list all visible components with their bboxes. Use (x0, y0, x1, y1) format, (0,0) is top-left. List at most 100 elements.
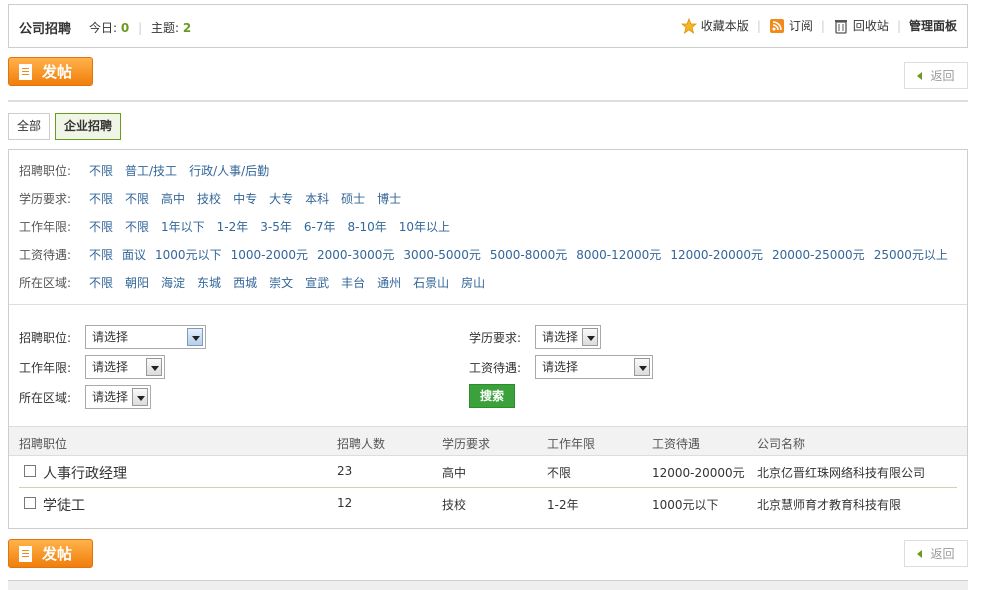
filter-option[interactable]: 3000-5000元 (403, 246, 480, 263)
filter-option[interactable]: 海淀 (161, 274, 185, 291)
filter-option[interactable]: 中专 (233, 190, 257, 207)
filter-option[interactable]: 技校 (197, 190, 221, 207)
filter-option[interactable]: 2000-3000元 (317, 246, 394, 263)
rss-icon (769, 18, 784, 33)
row-checkbox[interactable] (24, 465, 36, 477)
topics-count: 2 (182, 21, 192, 35)
salary-cell: 1000元以下 (652, 498, 719, 512)
filter-option[interactable]: 5000-8000元 (490, 246, 567, 263)
post-title-link[interactable]: 人事行政经理 (43, 463, 127, 483)
filter-option[interactable]: 1-2年 (217, 218, 249, 235)
tool-divider: | (896, 18, 901, 33)
filter-option[interactable]: 25000元以上 (874, 246, 948, 263)
filter-option[interactable]: 博士 (377, 190, 401, 207)
area-select[interactable]: 请选择 (85, 385, 151, 409)
filter-option[interactable]: 高中 (161, 190, 185, 207)
filter-label: 工资待遇: (19, 248, 72, 262)
column-header: 公司名称 (757, 437, 806, 451)
experience-cell: 1-2年 (547, 498, 579, 512)
back-button[interactable]: 返回 (904, 62, 968, 89)
education-label: 学历要求: (469, 331, 522, 345)
filter-option[interactable]: 12000-20000元 (670, 246, 763, 263)
tab-all[interactable]: 全部 (8, 113, 51, 140)
new-post-label: 发帖 (42, 545, 73, 563)
subscribe-button[interactable]: 订阅 (769, 17, 813, 34)
tool-divider: | (756, 18, 761, 33)
new-post-button-bottom[interactable]: 发帖 (8, 539, 93, 568)
filter-option[interactable]: 不限 (125, 190, 149, 207)
arrow-left-icon (917, 549, 923, 558)
forum-stats: 今日: 0 | 主题: 2 (89, 19, 191, 36)
new-post-button[interactable]: 发帖 (8, 57, 93, 86)
filter-option[interactable]: 崇文 (269, 274, 293, 291)
filter-option[interactable]: 宣武 (305, 274, 329, 291)
filter-option[interactable]: 东城 (197, 274, 221, 291)
filter-option[interactable]: 8000-12000元 (576, 246, 661, 263)
column-header: 学历要求 (442, 437, 491, 451)
manage-panel-link[interactable]: 管理面板 (909, 17, 957, 34)
filter-option[interactable]: 朝阳 (125, 274, 149, 291)
filter-option[interactable]: 不限 (89, 162, 113, 179)
back-label: 返回 (930, 69, 955, 83)
filter-row-salary: 工资待遇: 不限 面议 1000元以下 1000-2000元 2000-3000… (19, 246, 948, 263)
position-select-value: 请选择 (92, 330, 129, 344)
recruitment-panel: 招聘职位: 不限 普工/技工 行政/人事/后勤 学历要求: 不限 不限 高中 技… (8, 149, 968, 529)
filter-option[interactable]: 10年以上 (399, 218, 450, 235)
footer-bar (8, 580, 968, 590)
chevron-down-icon (634, 358, 650, 376)
filter-option[interactable]: 不限 (89, 218, 113, 235)
filter-option[interactable]: 面议 (122, 246, 146, 263)
area-label: 所在区域: (19, 391, 72, 405)
star-icon (680, 17, 697, 34)
experience-label: 工作年限: (19, 361, 72, 375)
trash-icon (834, 19, 847, 34)
filter-option[interactable]: 1000元以下 (155, 246, 222, 263)
back-label: 返回 (930, 547, 955, 561)
filter-option[interactable]: 不限 (89, 274, 113, 291)
favorite-button[interactable]: 收藏本版 (680, 17, 749, 34)
filter-option[interactable]: 8-10年 (348, 218, 387, 235)
recycle-bin-button[interactable]: 回收站 (833, 17, 889, 34)
filter-option[interactable]: 石景山 (413, 274, 449, 291)
filter-option[interactable]: 6-7年 (304, 218, 336, 235)
company-cell: 北京慧师育才教育科技有限 (757, 498, 902, 512)
recycle-bin-label: 回收站 (852, 19, 889, 33)
filter-option[interactable]: 不限 (89, 246, 113, 263)
filter-option[interactable]: 20000-25000元 (772, 246, 865, 263)
experience-cell: 不限 (547, 466, 572, 480)
tab-enterprise-recruitment[interactable]: 企业招聘 (55, 113, 122, 140)
filter-option[interactable]: 本科 (305, 190, 329, 207)
education-select[interactable]: 请选择 (535, 325, 601, 349)
filter-label: 招聘职位: (19, 164, 72, 178)
post-title-link[interactable]: 学徒工 (43, 495, 85, 515)
filter-option[interactable]: 3-5年 (260, 218, 292, 235)
filter-option[interactable]: 房山 (461, 274, 485, 291)
salary-select-value: 请选择 (542, 360, 579, 374)
filter-option[interactable]: 1000-2000元 (231, 246, 308, 263)
subscribe-label: 订阅 (788, 19, 813, 33)
filter-option[interactable]: 不限 (125, 218, 149, 235)
filter-option[interactable]: 通州 (377, 274, 401, 291)
today-count: 0 (120, 21, 130, 35)
salary-select[interactable]: 请选择 (535, 355, 653, 379)
filter-option[interactable]: 不限 (89, 190, 113, 207)
filter-option[interactable]: 普工/技工 (125, 162, 177, 179)
search-button[interactable]: 搜索 (469, 384, 515, 408)
filter-option[interactable]: 行政/人事/后勤 (189, 162, 269, 179)
filter-option[interactable]: 1年以下 (161, 218, 205, 235)
chevron-down-icon (582, 328, 598, 346)
filter-option[interactable]: 硕士 (341, 190, 365, 207)
education-cell: 高中 (442, 466, 467, 480)
row-checkbox[interactable] (24, 497, 36, 509)
back-button-bottom[interactable]: 返回 (904, 540, 968, 567)
document-icon (19, 63, 32, 80)
area-select-value: 请选择 (92, 390, 129, 404)
experience-select[interactable]: 请选择 (85, 355, 165, 379)
filter-option[interactable]: 西城 (233, 274, 257, 291)
table-row: 人事行政经理 23 高中 不限 12000-20000元 北京亿晋红珠网络科技有… (9, 456, 967, 488)
recruit-count: 12 (337, 496, 353, 510)
filter-option[interactable]: 大专 (269, 190, 293, 207)
column-header: 工作年限 (547, 437, 596, 451)
filter-option[interactable]: 丰台 (341, 274, 365, 291)
position-select[interactable]: 请选择 (85, 325, 206, 349)
